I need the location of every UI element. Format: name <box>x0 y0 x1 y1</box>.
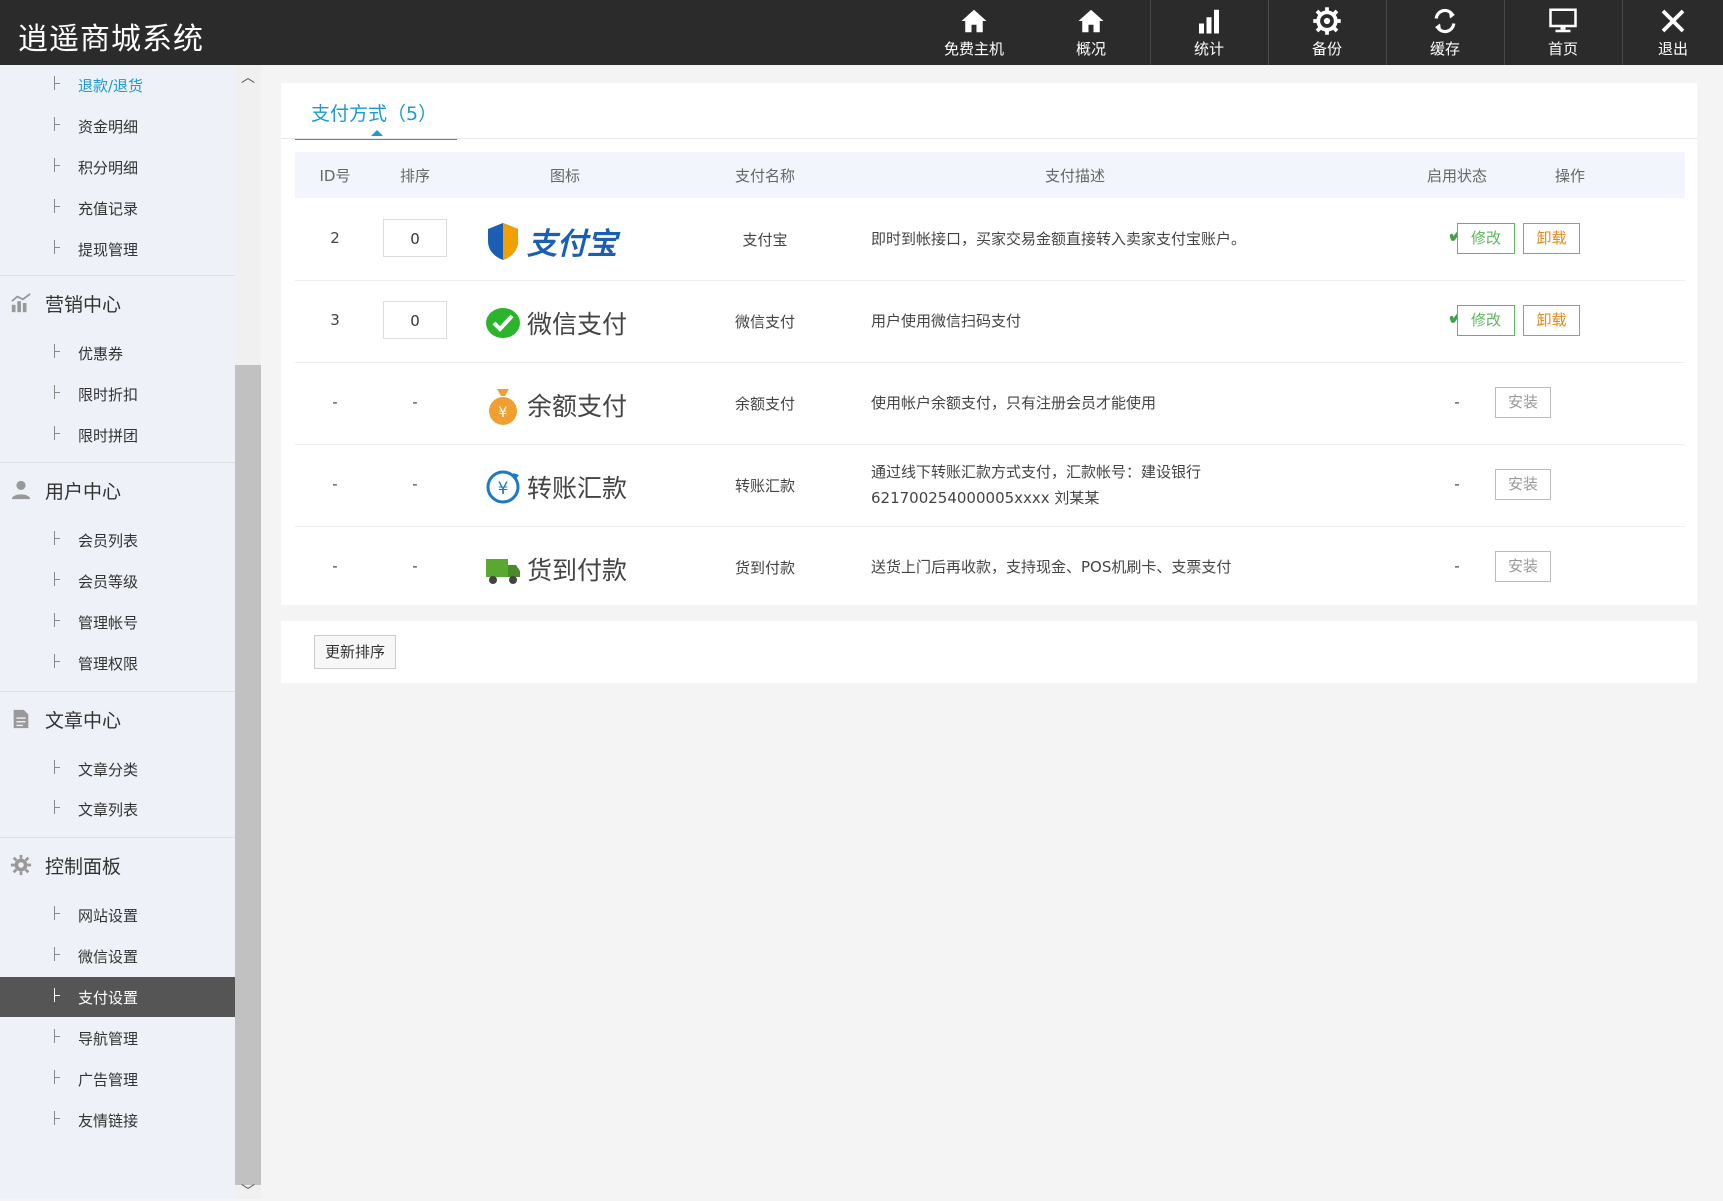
table-row: - - ¥ 余额支付 余额支付 使用帐户余额支付，只有注册会员才能使用 - 安装 <box>295 363 1685 445</box>
sidebar-item-group-buy[interactable]: 限时拼团 <box>0 415 235 455</box>
sidebar-section-users[interactable]: 用户中心 <box>0 462 235 515</box>
cash-on-delivery-logo: 货到付款 <box>485 545 645 591</box>
wechat-check-icon <box>486 308 520 338</box>
sidebar-item-admin-permission[interactable]: 管理权限 <box>0 643 235 683</box>
alipay-logo: 支付宝 <box>485 217 645 263</box>
table-row: - - 货到付款 货到付款 送货上门后再收款，支持现金、POS机刷卡、支票支付 … <box>295 527 1685 608</box>
sidebar-section-articles[interactable]: 文章中心 <box>0 691 235 744</box>
actions-panel: 更新排序 <box>281 621 1697 683</box>
table-row: - - ¥ 转账汇款 转账汇款 通过线下转账汇款方式支付，汇款帐号：建设银行62… <box>295 445 1685 527</box>
edit-button[interactable]: 修改 <box>1457 223 1515 254</box>
home-icon <box>1033 4 1149 40</box>
balance-pay-logo: ¥ 余额支付 <box>485 381 645 427</box>
sort-input[interactable]: 0 <box>383 301 447 339</box>
gear-icon <box>1269 4 1385 40</box>
gear-icon <box>10 854 32 876</box>
scrollbar-thumb[interactable] <box>235 365 261 1185</box>
uninstall-button[interactable]: 卸载 <box>1523 223 1580 254</box>
money-bag-icon: ¥ <box>489 389 517 425</box>
wechat-pay-logo: 微信支付 <box>485 299 645 345</box>
refresh-icon <box>1387 4 1503 40</box>
sidebar-item-withdraw[interactable]: 提现管理 <box>0 229 235 269</box>
nav-overview[interactable]: 概况 <box>1033 0 1149 65</box>
nav-logout[interactable]: 退出 <box>1623 0 1723 65</box>
document-icon <box>13 709 29 729</box>
sidebar-item-wechat-settings[interactable]: 微信设置 <box>0 936 235 976</box>
update-sort-button[interactable]: 更新排序 <box>314 635 396 669</box>
app-title: 逍遥商城系统 <box>18 22 204 57</box>
sidebar-item-coupon[interactable]: 优惠券 <box>0 333 235 373</box>
sidebar-item-admin-account[interactable]: 管理帐号 <box>0 602 235 642</box>
nav-cache[interactable]: 缓存 <box>1387 0 1503 65</box>
close-icon <box>1623 4 1723 40</box>
top-bar: 逍遥商城系统 免费主机 概况 统计 备份 缓存 首页 退出 <box>0 0 1723 65</box>
scroll-down-icon[interactable]: ﹀ <box>239 1183 257 1201</box>
sidebar-item-funds[interactable]: 资金明细 <box>0 106 235 146</box>
sort-input[interactable]: 0 <box>383 219 447 257</box>
sidebar-section-control[interactable]: 控制面板 <box>0 837 235 890</box>
install-button[interactable]: 安装 <box>1495 551 1551 582</box>
sidebar-item-recharge[interactable]: 充值记录 <box>0 188 235 228</box>
sidebar-item-payment-settings[interactable]: 支付设置 <box>0 977 235 1017</box>
uninstall-button[interactable]: 卸载 <box>1523 305 1580 336</box>
edit-button[interactable]: 修改 <box>1457 305 1515 336</box>
table-row: 3 0 微信支付 微信支付 用户使用微信扫码支付 ✔ 修改 卸载 <box>295 281 1685 363</box>
sidebar-item-article-list[interactable]: 文章列表 <box>0 789 235 829</box>
svg-text:¥: ¥ <box>499 405 508 421</box>
sidebar-item-refund[interactable]: 退款/退货 <box>0 65 235 105</box>
table-row: 2 0 支付宝 支付宝 即时到帐接口，买家交易金额直接转入卖家支付宝账户。 ✔ … <box>295 199 1685 281</box>
nav-homepage[interactable]: 首页 <box>1505 0 1621 65</box>
scroll-up-icon[interactable]: ︿ <box>239 69 257 87</box>
tab-indicator <box>371 130 383 136</box>
sidebar-item-points[interactable]: 积分明细 <box>0 147 235 187</box>
sidebar-scrollbar[interactable]: ︿ ﹀ <box>235 65 261 1201</box>
truck-icon <box>486 559 520 584</box>
bank-transfer-logo: ¥ 转账汇款 <box>485 463 645 509</box>
shield-icon <box>488 223 518 260</box>
chart-icon <box>11 293 31 313</box>
sidebar-item-ads[interactable]: 广告管理 <box>0 1059 235 1099</box>
sidebar-item-member-level[interactable]: 会员等级 <box>0 561 235 601</box>
sidebar-item-friend-links[interactable]: 友情链接 <box>0 1100 235 1140</box>
sidebar-item-member-list[interactable]: 会员列表 <box>0 520 235 560</box>
payment-methods-panel: 支付方式（5） ID号 排序 图标 支付名称 支付描述 启用状态 操作 2 0 … <box>281 83 1697 605</box>
tab-payment-methods[interactable]: 支付方式（5） <box>295 83 457 140</box>
sidebar: 退款/退货 资金明细 积分明细 充值记录 提现管理 营销中心 优惠券 限时折扣 … <box>0 65 235 1199</box>
sidebar-item-flash-discount[interactable]: 限时折扣 <box>0 374 235 414</box>
bar-chart-icon <box>1151 4 1267 40</box>
nav-free-host[interactable]: 免费主机 <box>916 0 1032 65</box>
sidebar-item-article-category[interactable]: 文章分类 <box>0 749 235 789</box>
sidebar-item-navigation[interactable]: 导航管理 <box>0 1018 235 1058</box>
svg-text:¥: ¥ <box>498 479 509 499</box>
user-icon <box>11 480 31 500</box>
sidebar-section-marketing[interactable]: 营销中心 <box>0 275 235 328</box>
install-button[interactable]: 安装 <box>1495 469 1551 500</box>
table-header: ID号 排序 图标 支付名称 支付描述 启用状态 操作 <box>295 152 1685 198</box>
install-button[interactable]: 安装 <box>1495 387 1551 418</box>
sidebar-item-site-settings[interactable]: 网站设置 <box>0 895 235 935</box>
home-icon <box>916 4 1032 40</box>
monitor-icon <box>1505 4 1621 40</box>
transfer-icon: ¥ <box>486 470 520 504</box>
nav-stats[interactable]: 统计 <box>1151 0 1267 65</box>
nav-backup[interactable]: 备份 <box>1269 0 1385 65</box>
